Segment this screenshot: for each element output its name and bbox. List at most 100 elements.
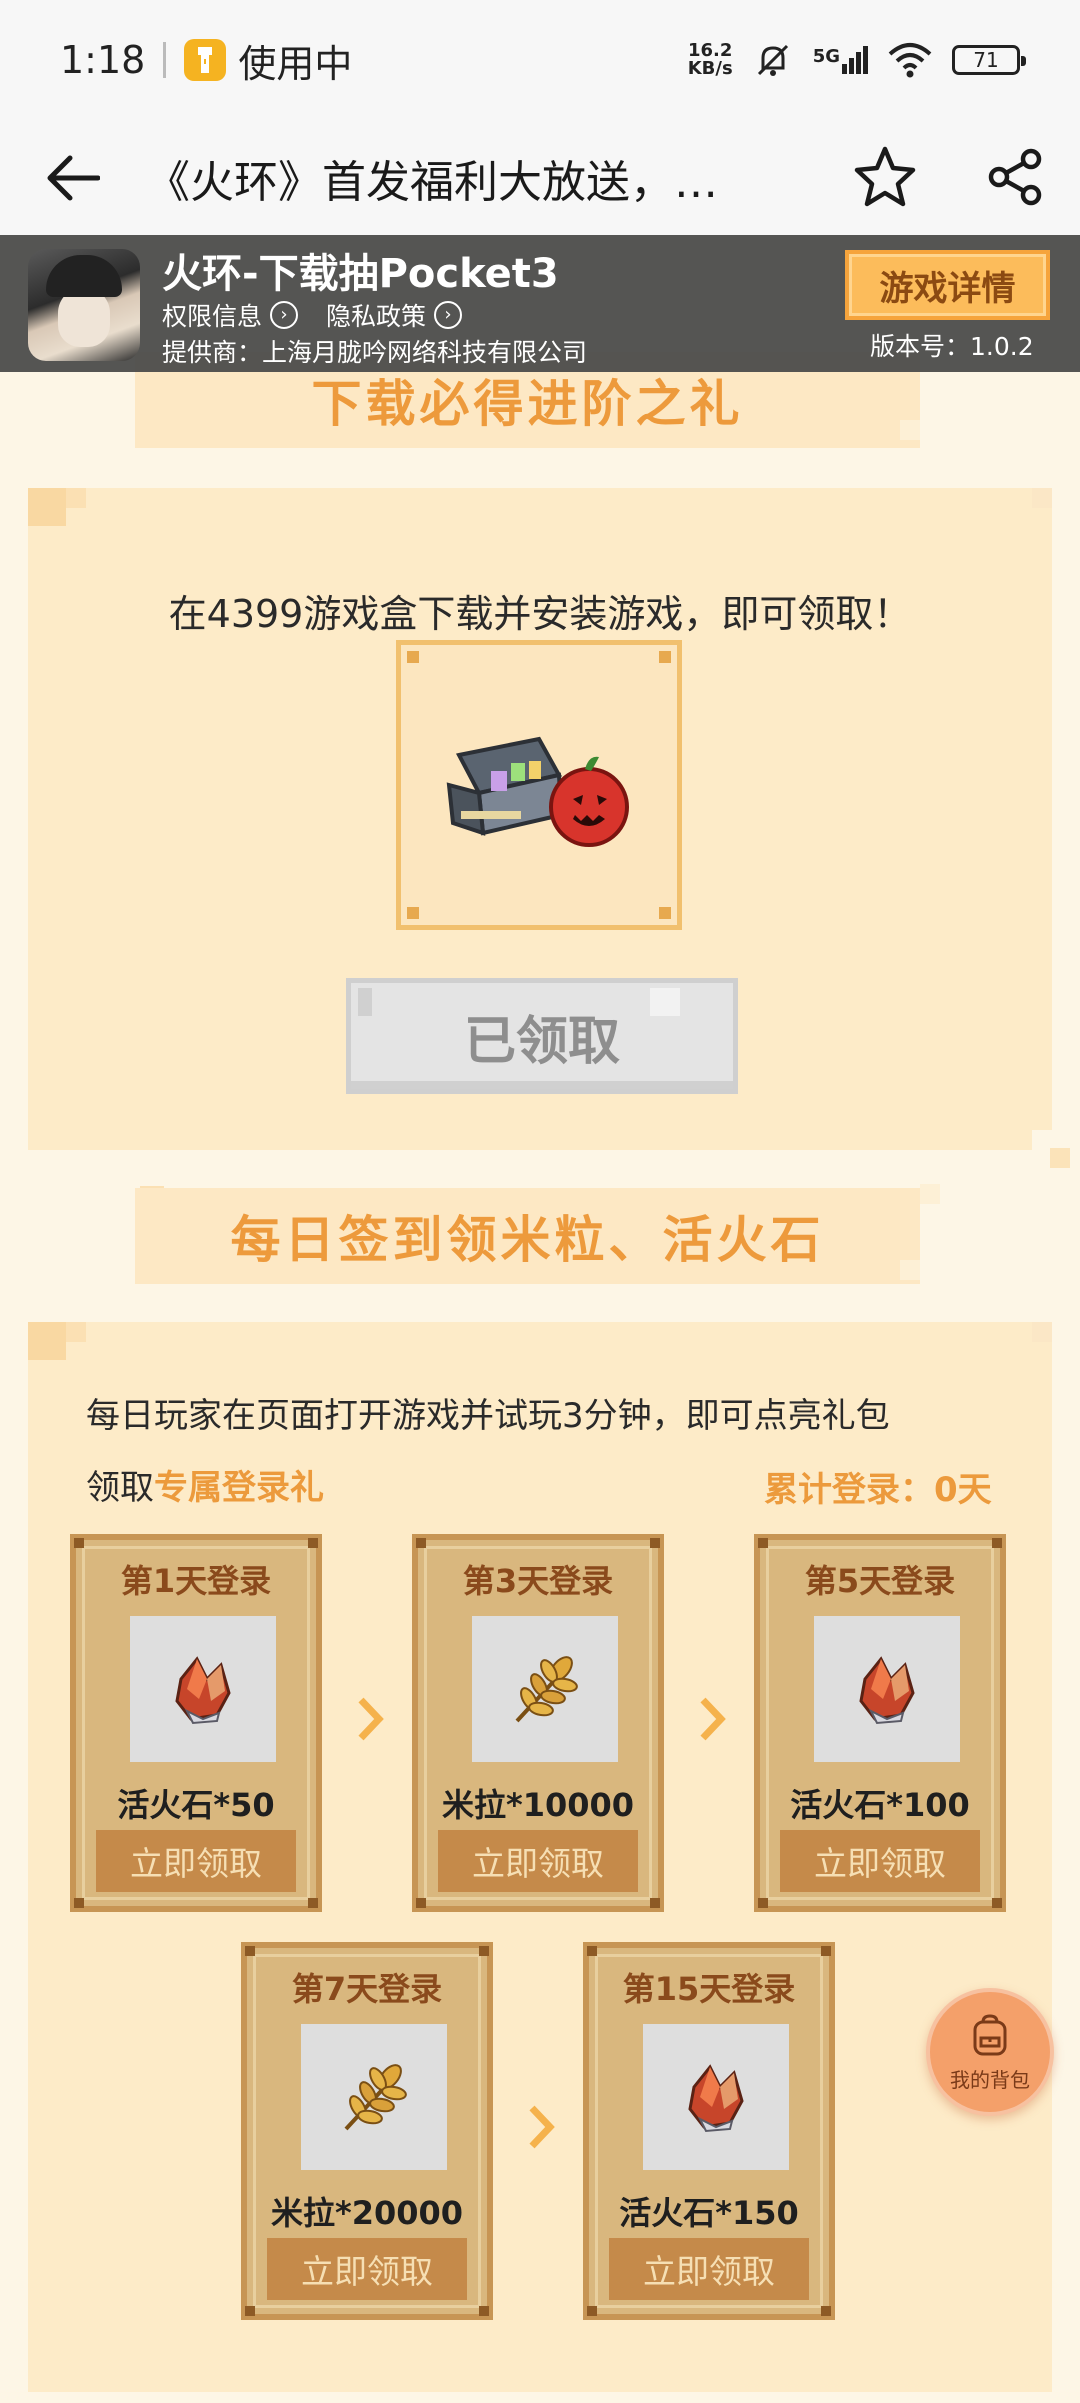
permission-link[interactable]: 权限信息 › [162,297,299,333]
reward-corner-dot [992,1538,1002,1548]
privacy-link[interactable]: 隐私政策 › [326,297,463,333]
treasure-chest-icon [446,736,629,847]
chevron-right-icon [529,2105,555,2149]
game-links: 权限信息 › 隐私政策 › [162,297,463,333]
backpack-icon [973,2013,1007,2055]
favorite-button[interactable] [852,144,918,210]
reward-title: 第5天登录 [804,1562,956,1600]
net-speed-unit: KB/s [687,58,733,79]
signin-description-highlight: 专属登录礼 [154,1468,324,1508]
fire-crystal-icon [859,1656,915,1725]
reward-corner-dot [74,1898,84,1908]
back-arrow-icon [47,155,100,200]
card-corner-decoration [1050,1148,1070,1168]
fire-crystal-icon [688,2064,744,2133]
network-type: 5G [812,46,840,67]
claim-button[interactable]: 立即领取 [438,1830,638,1892]
claim-button[interactable]: 立即领取 [609,2238,809,2300]
chevron-right-icon: › [270,301,299,329]
reward-card-day15: 第15天登录 活火石*150 立即领取 [583,1942,835,2320]
card-corner-decoration [1032,1130,1052,1150]
reward-card-day1: 第1天登录 活火石*50 立即领取 [70,1534,322,1912]
page-title: 《火环》首发福利大放送，… [146,156,718,208]
card-corner-decoration [1032,1322,1052,1342]
reward-corner-dot [758,1898,768,1908]
privacy-link-label: 隐私政策 [326,302,427,331]
reward-corner-dot [308,1898,318,1908]
reward-corner-dot [479,1946,489,1956]
signin-description-line2: 领取专属登录礼 [86,1460,324,1509]
game-avatar[interactable] [28,249,140,361]
section-banner-title: 每日签到领米粒、活火石 [230,1211,825,1269]
reward-image [472,1616,618,1762]
game-name: 火环-下载抽Pocket3 [162,251,559,297]
app-status-label: 使用中 [238,41,353,86]
signin-description-line1: 每日玩家在页面打开游戏并试玩3分钟，即可点亮礼包 [86,1396,890,1436]
reward-title: 第7天登录 [291,1970,443,2008]
battery-indicator: 71 [952,45,1026,75]
chevron-right-icon [700,1697,726,1741]
status-divider [163,42,167,78]
frame-corner-dot [659,651,671,663]
reward-corner-dot [992,1898,1002,1908]
section-banner-title: 下载必得进阶之礼 [311,375,744,433]
cellular-signal-icon: 5G [813,46,868,74]
wheat-icon [515,1656,578,1723]
status-bar: 1:18 使用中 16.2 KB/s 5G 71 [0,0,1080,120]
banner-pixel-decoration [900,420,920,440]
reward-amount: 活火石*100 [790,1786,970,1824]
share-button[interactable] [984,146,1046,208]
fire-crystal-icon [175,1656,231,1725]
backpack-label: 我的背包 [950,2067,1030,2092]
game-version: 版本号：1.0.2 [870,332,1034,361]
reward-title: 第3天登录 [462,1562,614,1600]
game-detail-button[interactable]: 游戏详情 [845,250,1050,320]
button-pixel-decoration [650,988,680,1016]
banner-pixel-decoration [900,1260,920,1280]
back-button[interactable] [42,148,102,208]
reward-title: 第1天登录 [120,1562,272,1600]
signin-description-prefix: 领取 [86,1468,154,1508]
reward-card-day3: 第3天登录 米拉*10000 立即领取 [412,1534,664,1912]
card-corner-decoration [66,1322,86,1342]
game-provider: 提供商：上海月胧吟网络科技有限公司 [162,338,588,367]
button-pixel-decoration [358,988,372,1016]
reward-amount: 米拉*20000 [270,2194,464,2232]
reward-corner-dot [650,1538,660,1548]
flashlight-icon [184,39,227,81]
claim-button[interactable]: 立即领取 [96,1830,296,1892]
reward-corner-dot [74,1538,84,1548]
reward-corner-dot [479,2306,489,2316]
download-reward-card: 在4399游戏盒下载并安装游戏，即可领取！ 已领取 [28,488,1070,1168]
claim-button[interactable]: 立即领取 [267,2238,467,2300]
reward-corner-dot [245,1946,255,1956]
cumulative-login-count: 累计登录：0天 [764,1470,992,1510]
wifi-icon [888,43,932,78]
reward-corner-dot [821,2306,831,2316]
reward-corner-dot [587,1946,597,1956]
frame-corner-dot [407,907,419,919]
reward-corner-dot [758,1538,768,1548]
reward-corner-dot [587,2306,597,2316]
game-header: 火环-下载抽Pocket3 权限信息 › 隐私政策 › 提供商：上海月胧吟网络科… [0,235,1080,372]
reward-corner-dot [650,1898,660,1908]
claim-button[interactable]: 立即领取 [780,1830,980,1892]
reward-amount: 米拉*10000 [441,1786,635,1824]
share-icon [988,148,1042,206]
reward-corner-dot [821,1946,831,1956]
star-icon [854,146,916,207]
nav-bar: 《火环》首发福利大放送，… [0,120,1080,235]
card-corner-decoration [28,488,66,526]
frame-corner-dot [407,651,419,663]
permission-link-label: 权限信息 [162,302,263,331]
reward-image [301,2024,447,2170]
mute-icon [757,44,788,76]
reward-image [643,2024,789,2170]
card-corner-decoration [28,1322,66,1360]
gift-frame [396,640,682,930]
reward-card-day7: 第7天登录 米拉*20000 立即领取 [241,1942,493,2320]
card-corner-decoration [66,488,86,508]
wheat-icon [344,2064,407,2131]
net-speed: 16.2 KB/s [688,42,733,78]
backpack-button[interactable]: 我的背包 [926,1988,1054,2116]
